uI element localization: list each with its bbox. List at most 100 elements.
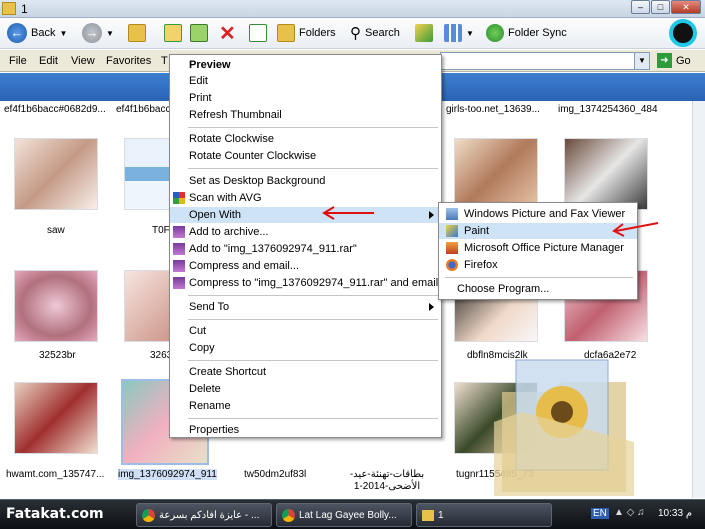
search-button[interactable]: ⚲ Search <box>350 22 400 44</box>
menu-item-copy[interactable]: Copy <box>170 340 441 356</box>
menu-item-add-to-archive[interactable]: Add to archive... <box>170 224 441 240</box>
chevron-down-icon[interactable]: ▼ <box>59 29 67 38</box>
highlighter-icon <box>415 24 433 42</box>
menu-item-rename[interactable]: Rename <box>170 398 441 414</box>
menu-item-preview[interactable]: Preview <box>170 57 441 73</box>
toolbar: ← Back ▼ → ▼ ✕ Folders ⚲ Search ▼ Folder… <box>0 18 705 49</box>
properties-button[interactable] <box>249 22 267 44</box>
address-input[interactable]: ▼ <box>440 52 650 70</box>
folders-button[interactable]: Folders <box>277 22 336 44</box>
file-label[interactable]: hwamt.com_135747... <box>6 469 104 480</box>
back-label: Back <box>31 27 56 39</box>
avg-icon <box>173 192 185 204</box>
chevron-down-icon[interactable]: ▼ <box>466 29 474 38</box>
submenu-item-picture-fax-viewer[interactable]: Windows Picture and Fax Viewer <box>439 206 637 222</box>
vertical-scrollbar[interactable] <box>692 101 705 498</box>
menu-edit[interactable]: Edit <box>39 55 58 67</box>
menu-favorites[interactable]: Favorites <box>106 55 151 67</box>
menu-item-print[interactable]: Print <box>170 90 441 106</box>
winrar-icon <box>173 226 185 238</box>
taskbar-button-label: عايزة افادكم بسرعة - ... <box>159 509 260 521</box>
file-label[interactable]: ef4f1b6bacc#0682d9... <box>4 104 106 115</box>
views-button[interactable]: ▼ <box>444 22 474 44</box>
annotation-arrow-icon <box>612 222 659 237</box>
chevron-down-icon[interactable]: ▼ <box>634 53 649 69</box>
image-thumbnail[interactable] <box>14 270 98 342</box>
submenu-arrow-icon <box>429 303 434 311</box>
file-label[interactable]: tw50dm2uf83l <box>244 469 306 480</box>
menu-item-rotate-clockwise[interactable]: Rotate Clockwise <box>170 131 441 147</box>
move-to-icon <box>190 24 208 42</box>
submenu-item-choose-program[interactable]: Choose Program... <box>439 281 637 297</box>
menu-item-set-desktop-background[interactable]: Set as Desktop Background <box>170 173 441 189</box>
submenu-item-office-picture-manager[interactable]: Microsoft Office Picture Manager <box>439 240 637 256</box>
picture-manager-icon <box>446 242 458 254</box>
up-folder-icon <box>128 24 146 42</box>
folders-label: Folders <box>299 27 336 39</box>
menu-item-rotate-counter-clockwise[interactable]: Rotate Counter Clockwise <box>170 148 441 164</box>
back-arrow-icon: ← <box>7 23 27 43</box>
chevron-down-icon[interactable]: ▼ <box>106 29 114 38</box>
menu-item-open-with[interactable]: Open With <box>170 207 441 223</box>
file-label[interactable]: ef4f1b6bacc <box>116 104 171 115</box>
close-button[interactable]: ✕ <box>671 0 701 14</box>
submenu-arrow-icon <box>429 211 434 219</box>
file-label[interactable]: T0F <box>152 225 170 236</box>
window-title: 1 <box>21 2 28 16</box>
file-label[interactable]: saw <box>47 225 65 236</box>
menu-item-add-to-rar[interactable]: Add to "img_1376092974_911.rar" <box>170 241 441 257</box>
maximize-button[interactable]: □ <box>651 0 670 14</box>
language-indicator[interactable]: EN <box>591 508 609 519</box>
image-thumbnail[interactable] <box>14 138 98 210</box>
menu-item-cut[interactable]: Cut <box>170 323 441 339</box>
file-label[interactable]: بطاقات-تهنئة-عيد-الأضحى-2014-1 <box>338 469 436 493</box>
title-bar: 1 – □ ✕ <box>0 0 705 18</box>
image-thumbnail[interactable] <box>564 138 648 210</box>
menu-view[interactable]: View <box>71 55 95 67</box>
forward-button[interactable]: → ▼ <box>82 22 114 44</box>
tray-icons[interactable]: ▲ ◇ ♫ <box>614 507 645 518</box>
file-label[interactable]: 32523br <box>39 350 76 361</box>
up-folder-button[interactable] <box>128 22 146 44</box>
delete-icon[interactable]: ✕ <box>219 22 236 45</box>
menu-item-create-shortcut[interactable]: Create Shortcut <box>170 364 441 380</box>
go-button[interactable]: ➜ Go <box>657 53 691 68</box>
back-button[interactable]: ← Back ▼ <box>7 22 67 44</box>
menu-file[interactable]: File <box>9 55 27 67</box>
file-label[interactable]: img_1374254360_484 <box>558 104 658 115</box>
chrome-icon <box>142 508 155 522</box>
copy-to-button[interactable] <box>164 22 182 44</box>
winrar-icon <box>173 243 185 255</box>
menu-item-refresh-thumbnail[interactable]: Refresh Thumbnail <box>170 107 441 123</box>
image-thumbnail[interactable] <box>454 138 538 210</box>
firefox-icon <box>446 259 458 271</box>
taskbar-button-chrome-2[interactable]: Lat Lag Gayee Bolly... <box>276 503 412 527</box>
move-to-button[interactable] <box>190 22 208 44</box>
menu-separator <box>188 295 438 296</box>
file-label[interactable]: girls-too.net_13639... <box>446 104 540 115</box>
winrar-icon <box>173 260 185 272</box>
taskbar-button-chrome-1[interactable]: عايزة افادكم بسرعة - ... <box>136 503 272 527</box>
menu-item-scan-avg[interactable]: Scan with AVG <box>170 190 441 206</box>
menu-item-properties[interactable]: Properties <box>170 422 441 438</box>
image-thumbnail[interactable] <box>14 382 98 454</box>
folder-sync-button[interactable]: Folder Sync <box>486 22 567 44</box>
winrar-icon <box>173 277 185 289</box>
minimize-button[interactable]: – <box>631 0 650 14</box>
taskbar-button-explorer[interactable]: 1 <box>416 503 552 527</box>
menu-item-edit[interactable]: Edit <box>170 73 441 89</box>
highlighter-button[interactable] <box>415 22 433 44</box>
menu-item-send-to[interactable]: Send To <box>170 299 441 315</box>
menu-separator <box>188 319 438 320</box>
menu-item-delete[interactable]: Delete <box>170 381 441 397</box>
menu-item-compress-email[interactable]: Compress and email... <box>170 258 441 274</box>
submenu-item-firefox[interactable]: Firefox <box>439 257 637 273</box>
file-label-selected[interactable]: img_1376092974_911 <box>118 469 217 480</box>
menu-separator <box>188 418 438 419</box>
taskbar-button-label: Lat Lag Gayee Bolly... <box>299 509 397 521</box>
windows-logo-icon <box>669 19 697 47</box>
submenu-item-paint[interactable]: Paint <box>439 223 637 239</box>
menu-tools[interactable]: T <box>161 55 168 67</box>
menu-item-compress-to-rar-email[interactable]: Compress to "img_1376092974_911.rar" and… <box>170 275 441 291</box>
menu-separator <box>188 168 438 169</box>
